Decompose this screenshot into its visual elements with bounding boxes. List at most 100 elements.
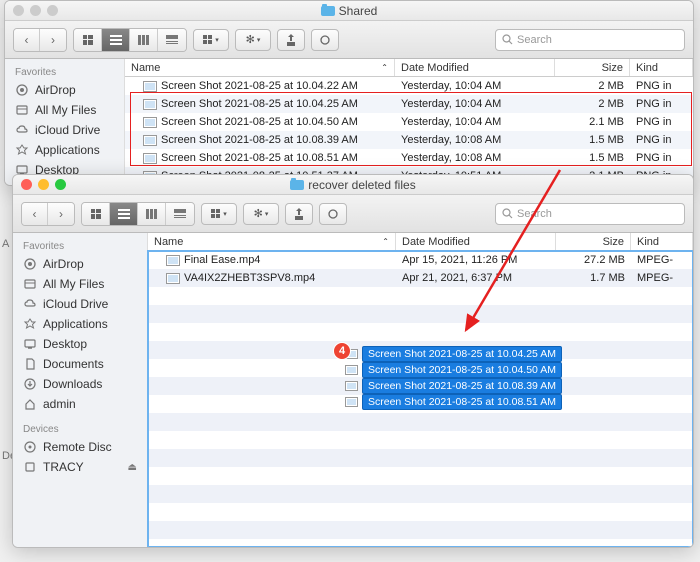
share-icon (286, 34, 296, 46)
zoom-button[interactable] (47, 5, 58, 16)
file-icon (143, 117, 157, 128)
file-name: Screen Shot 2021-08-25 at 10.08.39 AM (161, 134, 358, 146)
titlebar[interactable]: recover deleted files (13, 175, 693, 195)
drag-item: Screen Shot 2021-08-25 at 10.08.39 AM (345, 378, 562, 394)
sidebar-item-label: Desktop (43, 337, 87, 351)
sidebar-item-applications[interactable]: Applications (13, 314, 147, 334)
back-button[interactable]: ‹ (22, 203, 48, 225)
sidebar-item-tracy[interactable]: TRACY⏏ (13, 457, 147, 477)
sidebar-item-downloads[interactable]: Downloads (13, 374, 147, 394)
list-view-button[interactable] (110, 203, 138, 225)
traffic-lights (21, 179, 66, 190)
forward-button[interactable]: › (40, 29, 66, 51)
share-button[interactable] (285, 203, 313, 225)
titlebar[interactable]: Shared (5, 1, 693, 21)
file-row[interactable] (148, 485, 693, 503)
file-size: 2 MB (555, 80, 630, 92)
file-date: Yesterday, 10:08 AM (395, 134, 555, 146)
sidebar-item-airdrop[interactable]: AirDrop (13, 254, 147, 274)
arrange-button[interactable]: ▾ (201, 203, 237, 225)
sidebar-item-admin[interactable]: admin (13, 394, 147, 414)
tags-button[interactable] (311, 29, 339, 51)
action-button[interactable]: ✻▾ (235, 29, 271, 51)
close-button[interactable] (21, 179, 32, 190)
sidebar-item-documents[interactable]: Documents (13, 354, 147, 374)
apps-icon (15, 143, 29, 157)
sidebar-item-applications[interactable]: Applications (5, 140, 124, 160)
file-row[interactable]: Screen Shot 2021-08-25 at 10.04.22 AMYes… (125, 77, 693, 95)
col-name[interactable]: Name⌃ (148, 233, 396, 250)
sidebar-item-airdrop[interactable]: AirDrop (5, 80, 124, 100)
col-date[interactable]: Date Modified (395, 59, 555, 76)
file-row[interactable]: Screen Shot 2021-08-25 at 10.04.50 AMYes… (125, 113, 693, 131)
col-kind[interactable]: Kind (631, 233, 693, 250)
file-row[interactable]: Screen Shot 2021-08-25 at 10.04.25 AMYes… (125, 95, 693, 113)
file-row[interactable] (148, 467, 693, 485)
folder-icon (321, 6, 335, 16)
file-name: Screen Shot 2021-08-25 at 10.04.25 AM (161, 98, 358, 110)
eject-icon[interactable]: ⏏ (128, 462, 137, 473)
file-name: Screen Shot 2021-08-25 at 10.04.22 AM (161, 80, 358, 92)
col-kind[interactable]: Kind (630, 59, 693, 76)
forward-button[interactable]: › (48, 203, 74, 225)
col-date[interactable]: Date Modified (396, 233, 556, 250)
gear-icon: ✻ (254, 207, 263, 220)
icon-view-button[interactable] (74, 29, 102, 51)
file-row[interactable] (148, 503, 693, 521)
file-row[interactable] (148, 449, 693, 467)
file-icon (345, 381, 358, 391)
apps-icon (23, 317, 37, 331)
search-icon (502, 208, 513, 219)
drag-item-label: Screen Shot 2021-08-25 at 10.04.25 AM (362, 346, 562, 362)
file-row[interactable]: Screen Shot 2021-08-25 at 10.08.39 AM Yes… (125, 131, 693, 149)
file-row[interactable]: Screen Shot 2021-08-25 at 10.08.51 AMYes… (125, 149, 693, 167)
col-size[interactable]: Size (556, 233, 631, 250)
file-row[interactable]: Final Ease.mp4Apr 15, 2021, 11:26 PM27.2… (148, 251, 693, 269)
file-size: 2 MB (555, 98, 630, 110)
drag-item-label: Screen Shot 2021-08-25 at 10.04.50 AM (362, 362, 562, 378)
search-input[interactable]: Search (495, 29, 685, 51)
file-row[interactable] (148, 323, 693, 341)
file-kind: PNG in (630, 80, 693, 92)
zoom-button[interactable] (55, 179, 66, 190)
file-size: 1.5 MB (555, 134, 630, 146)
file-date: Yesterday, 10:08 AM (395, 152, 555, 164)
sidebar-item-label: Documents (43, 357, 104, 371)
col-size[interactable]: Size (555, 59, 630, 76)
sidebar-item-label: AirDrop (35, 83, 76, 97)
minimize-button[interactable] (38, 179, 49, 190)
file-row[interactable] (148, 431, 693, 449)
search-input[interactable]: Search (495, 203, 685, 225)
file-kind: PNG in (630, 152, 693, 164)
arrange-button[interactable]: ▾ (193, 29, 229, 51)
allfiles-icon (15, 103, 29, 117)
file-row[interactable]: VA4IX2ZHEBT3SPV8.mp4Apr 21, 2021, 6:37 P… (148, 269, 693, 287)
file-size: 2.1 MB (555, 116, 630, 128)
sidebar-item-icloud-drive[interactable]: iCloud Drive (5, 120, 124, 140)
file-row[interactable] (148, 305, 693, 323)
action-button[interactable]: ✻▾ (243, 203, 279, 225)
sidebar-item-desktop[interactable]: Desktop (13, 334, 147, 354)
disc-icon (23, 440, 37, 454)
minimize-button[interactable] (30, 5, 41, 16)
sidebar-item-icloud-drive[interactable]: iCloud Drive (13, 294, 147, 314)
column-view-button[interactable] (138, 203, 166, 225)
list-view-button[interactable] (102, 29, 130, 51)
tags-button[interactable] (319, 203, 347, 225)
share-button[interactable] (277, 29, 305, 51)
sidebar-item-remote-disc[interactable]: Remote Disc (13, 437, 147, 457)
back-button[interactable]: ‹ (14, 29, 40, 51)
coverflow-view-button[interactable] (158, 29, 186, 51)
file-icon (143, 153, 157, 164)
file-row[interactable] (148, 287, 693, 305)
coverflow-view-button[interactable] (166, 203, 194, 225)
sidebar-item-all-my-files[interactable]: All My Files (5, 100, 124, 120)
column-view-button[interactable] (130, 29, 158, 51)
icon-view-button[interactable] (82, 203, 110, 225)
file-row[interactable] (148, 521, 693, 539)
window-title: Shared (339, 4, 378, 18)
sidebar-item-all-my-files[interactable]: All My Files (13, 274, 147, 294)
file-row[interactable] (148, 413, 693, 431)
close-button[interactable] (13, 5, 24, 16)
col-name[interactable]: Name⌃ (125, 59, 395, 76)
